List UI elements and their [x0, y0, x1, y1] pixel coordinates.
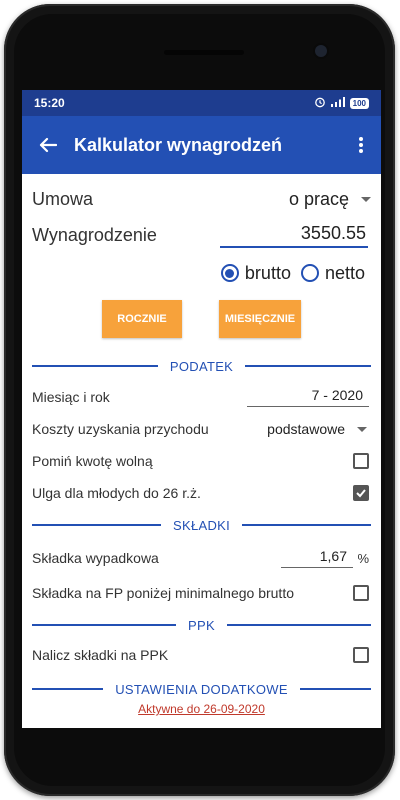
gross-radio-label[interactable]: brutto	[245, 263, 291, 284]
monthly-button[interactable]: MIESIĘCZNIE	[219, 300, 301, 338]
youth-relief-label: Ulga dla młodych do 26 r.ż.	[32, 485, 201, 501]
contract-row: Umowa o pracę	[32, 186, 371, 212]
check-icon	[356, 489, 366, 498]
costs-label: Koszty uzyskania przychodu	[32, 421, 209, 437]
annual-button[interactable]: ROCZNIE	[102, 300, 182, 338]
contract-label: Umowa	[32, 188, 94, 209]
accident-label: Składka wypadkowa	[32, 550, 159, 566]
ppk-label: Nalicz składki na PPK	[32, 647, 169, 663]
costs-select[interactable]: podstawowe	[267, 421, 367, 437]
tax-section-header: PODATEK	[32, 356, 372, 376]
status-time: 15:20	[34, 96, 65, 110]
youth-relief-checkbox[interactable]	[353, 485, 369, 501]
divider	[32, 524, 161, 526]
phone-speaker	[164, 50, 244, 55]
divider	[32, 688, 104, 690]
fp-row: Składka na FP poniżej minimalnego brutto	[32, 582, 371, 604]
ppk-section-header: PPK	[32, 615, 372, 635]
costs-row: Koszty uzyskania przychodu podstawowe	[32, 418, 371, 440]
ppk-section-title: PPK	[188, 617, 215, 633]
overflow-menu-button[interactable]	[341, 116, 381, 174]
salary-row: Wynagrodzenie	[32, 220, 371, 250]
extra-settings-section-header: USTAWIENIA DODATKOWE	[32, 679, 372, 699]
active-until-link[interactable]: Aktywne do 26-09-2020	[22, 702, 381, 716]
divider	[32, 624, 177, 626]
month-year-field[interactable]: 7 - 2020	[247, 387, 369, 407]
youth-relief-row: Ulga dla młodych do 26 r.ż.	[32, 482, 371, 504]
chevron-down-icon	[357, 426, 367, 432]
radio-selected-dot	[225, 268, 235, 278]
net-radio[interactable]	[300, 264, 319, 282]
ppk-row: Nalicz składki na PPK	[32, 644, 371, 666]
accident-input[interactable]: 1,67	[281, 548, 353, 568]
divider	[245, 365, 372, 367]
fp-checkbox[interactable]	[353, 585, 369, 601]
divider	[299, 688, 372, 690]
contract-value: o pracę	[288, 188, 349, 209]
fp-label: Składka na FP poniżej minimalnego brutto	[32, 585, 295, 601]
ppk-checkbox[interactable]	[353, 647, 369, 663]
period-buttons-row: ROCZNIE MIESIĘCZNIE	[32, 300, 371, 338]
calculator-form: Umowa o pracę Wynagrodzenie brutto netto…	[22, 174, 381, 728]
battery-icon: 100	[349, 97, 369, 109]
app-title: Kalkulator wynagrodzeń	[74, 134, 283, 155]
month-year-label: Miesiąc i rok	[32, 389, 110, 405]
skip-free-amount-checkbox[interactable]	[353, 453, 369, 469]
signal-icon	[330, 96, 345, 110]
contributions-section-title: SKŁADKI	[173, 517, 231, 533]
salary-label: Wynagrodzenie	[32, 224, 157, 245]
contract-select[interactable]: o pracę	[289, 189, 371, 210]
contributions-section-header: SKŁADKI	[32, 515, 372, 535]
app-screen: 15:20 100 Kalkulator wynagrodzeń Umowa o…	[22, 90, 381, 728]
divider	[226, 624, 372, 626]
status-bar: 15:20 100	[22, 90, 381, 116]
extra-settings-section-title: USTAWIENIA DODATKOWE	[115, 681, 288, 697]
costs-value: podstawowe	[267, 421, 345, 437]
month-year-row: Miesiąc i rok 7 - 2020	[32, 386, 371, 408]
back-button[interactable]	[22, 116, 74, 174]
more-vertical-icon	[359, 137, 363, 153]
skip-free-amount-label: Pomiń kwotę wolną	[32, 453, 153, 469]
salary-input[interactable]	[220, 220, 368, 248]
gross-net-radio-group: brutto netto	[220, 263, 365, 284]
app-bar: Kalkulator wynagrodzeń	[22, 116, 381, 174]
accident-row: Składka wypadkowa 1,67 %	[32, 546, 371, 570]
back-arrow-icon	[39, 137, 57, 153]
percent-unit: %	[357, 550, 369, 566]
skip-free-amount-row: Pomiń kwotę wolną	[32, 450, 371, 472]
gross-net-row: brutto netto	[32, 260, 371, 286]
net-radio-label[interactable]: netto	[325, 263, 365, 284]
divider	[32, 365, 158, 367]
tax-section-title: PODATEK	[169, 358, 234, 374]
divider	[242, 524, 372, 526]
gross-radio[interactable]	[220, 264, 239, 282]
chevron-down-icon	[361, 196, 371, 202]
alarm-icon	[314, 96, 326, 111]
status-icons: 100	[314, 96, 369, 111]
front-camera	[315, 45, 327, 57]
